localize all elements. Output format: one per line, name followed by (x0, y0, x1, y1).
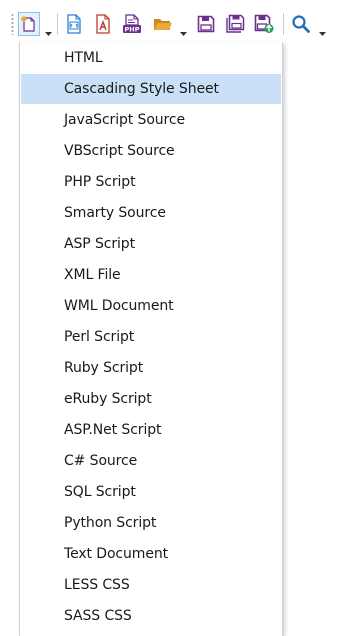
menu-item-asp[interactable]: ASP Script (21, 229, 281, 259)
html-file-icon (65, 14, 83, 34)
toolbar-grip[interactable] (11, 13, 14, 35)
menu-item-aspnet[interactable]: ASP.Net Script (21, 415, 281, 445)
menu-item-perl[interactable]: Perl Script (21, 322, 281, 352)
search-dropdown-arrow[interactable] (319, 22, 326, 36)
menu-item-ruby[interactable]: Ruby Script (21, 353, 281, 383)
toolbar-separator (283, 13, 284, 35)
menu-item-php[interactable]: PHP Script (21, 167, 281, 197)
save-upload-icon (254, 14, 274, 34)
menu-item-html[interactable]: HTML (21, 43, 281, 73)
menu-item-javascript[interactable]: JavaScript Source (21, 105, 281, 135)
open-folder-icon (153, 16, 173, 32)
new-html-button[interactable] (63, 12, 85, 36)
menu-item-python[interactable]: Python Script (21, 508, 281, 538)
new-php-button[interactable]: PHP (121, 12, 143, 36)
svg-text:PHP: PHP (125, 26, 140, 34)
menu-item-css[interactable]: Cascading Style Sheet (21, 74, 281, 104)
menu-item-sql[interactable]: SQL Script (21, 477, 281, 507)
menu-item-wml[interactable]: WML Document (21, 291, 281, 321)
menu-item-csharp[interactable]: C# Source (21, 446, 281, 476)
save-button[interactable] (195, 12, 217, 36)
menu-item-eruby[interactable]: eRuby Script (21, 384, 281, 414)
new-file-dropdown-arrow[interactable] (45, 22, 52, 36)
menu-item-less[interactable]: LESS CSS (21, 570, 281, 600)
save-all-icon (225, 14, 245, 34)
menu-item-xml[interactable]: XML File (21, 260, 281, 290)
menu-item-smarty[interactable]: Smarty Source (21, 198, 281, 228)
search-icon (291, 14, 311, 34)
new-pdf-button[interactable] (92, 12, 114, 36)
save-all-button[interactable] (224, 12, 246, 36)
menu-item-vbscript[interactable]: VBScript Source (21, 136, 281, 166)
pdf-file-icon (94, 14, 112, 34)
toolbar: PHP (0, 0, 340, 46)
search-button[interactable] (290, 12, 312, 36)
open-folder-dropdown-arrow[interactable] (180, 22, 187, 36)
page: PHP HTML Cascading Style Sheet JavaScrip… (0, 0, 340, 636)
toolbar-separator (57, 13, 58, 35)
menu-item-text[interactable]: Text Document (21, 539, 281, 569)
new-file-icon (20, 15, 38, 33)
php-file-icon: PHP (122, 14, 142, 34)
save-upload-button[interactable] (253, 12, 275, 36)
save-icon (197, 15, 215, 33)
new-file-menu: HTML Cascading Style Sheet JavaScript So… (19, 42, 283, 636)
new-file-button[interactable] (18, 12, 40, 36)
menu-item-sass[interactable]: SASS CSS (21, 601, 281, 631)
open-folder-button[interactable] (151, 12, 175, 36)
